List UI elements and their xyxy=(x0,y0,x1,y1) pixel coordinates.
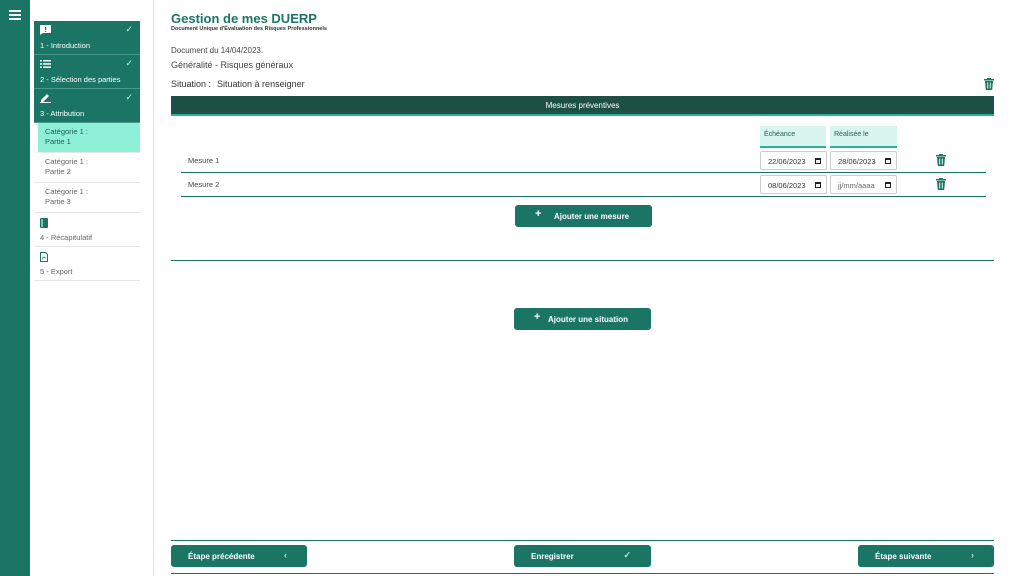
echeance-column-header: Échéance xyxy=(760,126,826,148)
calendar-icon xyxy=(815,182,821,188)
category-item-partie-3[interactable]: Catégorie 1 : Partie 3 xyxy=(34,183,140,213)
feedback-icon xyxy=(40,25,51,35)
delete-situation-icon[interactable] xyxy=(984,78,994,90)
mesures-header: Mesures préventives xyxy=(171,96,994,116)
check-icon: ✓ xyxy=(125,58,133,68)
previous-step-label: Étape précédente xyxy=(188,552,255,561)
delete-mesure-icon[interactable] xyxy=(936,178,946,190)
add-mesure-label: Ajouter une mesure xyxy=(554,212,630,221)
side-rail xyxy=(0,0,30,576)
step-recapitulatif[interactable]: 4 - Récapitulatif xyxy=(34,213,140,247)
chevron-right-icon: › xyxy=(971,550,974,560)
category-item-partie-1[interactable]: Catégorie 1 : Partie 1 xyxy=(38,123,140,153)
save-label: Enregistrer xyxy=(531,552,574,561)
echeance-date-input[interactable]: 08/06/2023 xyxy=(760,175,827,194)
situation-line: Situation : Situation à renseigner xyxy=(171,79,305,89)
category-label: Catégorie 1 : xyxy=(45,157,88,166)
category-item-partie-2[interactable]: Catégorie 1 : Partie 2 xyxy=(34,153,140,183)
category-part: Partie 1 xyxy=(45,137,71,146)
calendar-icon xyxy=(885,158,891,164)
footer-divider-bottom xyxy=(171,573,994,574)
mesure-name: Mesure 2 xyxy=(188,180,220,189)
situation-label: Situation : xyxy=(171,79,212,89)
plus-icon: + xyxy=(534,311,541,323)
page-title: Gestion de mes DUERP xyxy=(171,11,317,26)
plus-icon: + xyxy=(535,208,542,220)
mesure-name: Mesure 1 xyxy=(188,156,220,165)
pencil-icon xyxy=(40,94,51,103)
mesure-row: Mesure 1 22/06/2023 28/06/2023 xyxy=(181,149,986,173)
realisee-date-input[interactable]: 28/06/2023 xyxy=(830,151,897,170)
page-subtitle: Document Unique d'Évaluation des Risques… xyxy=(171,26,327,32)
mesure-row: Mesure 2 08/06/2023 jj/mm/aaaa xyxy=(181,173,986,197)
risk-context: Généralité - Risques généraux xyxy=(171,60,294,70)
step-label: 4 - Récapitulatif xyxy=(40,233,93,242)
previous-step-button[interactable]: Étape précédente ‹ xyxy=(171,545,307,567)
document-date: Document du 14/04/2023. xyxy=(171,46,264,55)
list-icon xyxy=(40,60,51,68)
step-label: 1 - Introduction xyxy=(40,41,91,50)
footer-divider-top xyxy=(171,540,994,541)
chevron-left-icon: ‹ xyxy=(284,550,287,560)
calendar-icon xyxy=(885,182,891,188)
situation-value[interactable]: Situation à renseigner xyxy=(217,79,305,89)
realisee-column-header: Réalisée le xyxy=(830,126,897,148)
check-icon: ✓ xyxy=(623,550,631,560)
step-attribution[interactable]: ✓ 3 - Attribution xyxy=(34,89,140,123)
category-label: Catégorie 1 : xyxy=(45,127,88,136)
category-part: Partie 2 xyxy=(45,167,71,176)
main-content: Gestion de mes DUERP Document Unique d'É… xyxy=(171,0,994,576)
next-step-button[interactable]: Étape suivante › xyxy=(858,545,994,567)
echeance-date-input[interactable]: 22/06/2023 xyxy=(760,151,827,170)
hamburger-icon[interactable] xyxy=(9,10,21,20)
calendar-icon xyxy=(815,158,821,164)
realisee-date-input[interactable]: jj/mm/aaaa xyxy=(830,175,897,194)
divider xyxy=(171,260,994,261)
steps-sidebar: ✓ 1 - Introduction ✓ 2 - Sélection des p… xyxy=(30,0,154,576)
category-part: Partie 3 xyxy=(45,197,71,206)
step-export[interactable]: 5 - Export xyxy=(34,247,140,281)
add-mesure-button[interactable]: + Ajouter une mesure xyxy=(515,205,652,227)
check-icon: ✓ xyxy=(125,24,133,34)
step-selection-parties[interactable]: ✓ 2 - Sélection des parties xyxy=(34,55,140,89)
step-label: 2 - Sélection des parties xyxy=(40,75,121,84)
step-introduction[interactable]: ✓ 1 - Introduction xyxy=(34,21,140,55)
check-icon: ✓ xyxy=(125,92,133,102)
pdf-file-icon xyxy=(40,252,48,262)
book-icon xyxy=(40,218,48,228)
category-label: Catégorie 1 : xyxy=(45,187,88,196)
save-button[interactable]: Enregistrer ✓ xyxy=(514,545,651,567)
step-label: 5 - Export xyxy=(40,267,73,276)
next-step-label: Étape suivante xyxy=(875,552,932,561)
step-label: 3 - Attribution xyxy=(40,109,85,118)
add-situation-button[interactable]: + Ajouter une situation xyxy=(514,308,651,330)
add-situation-label: Ajouter une situation xyxy=(548,315,628,324)
delete-mesure-icon[interactable] xyxy=(936,154,946,166)
